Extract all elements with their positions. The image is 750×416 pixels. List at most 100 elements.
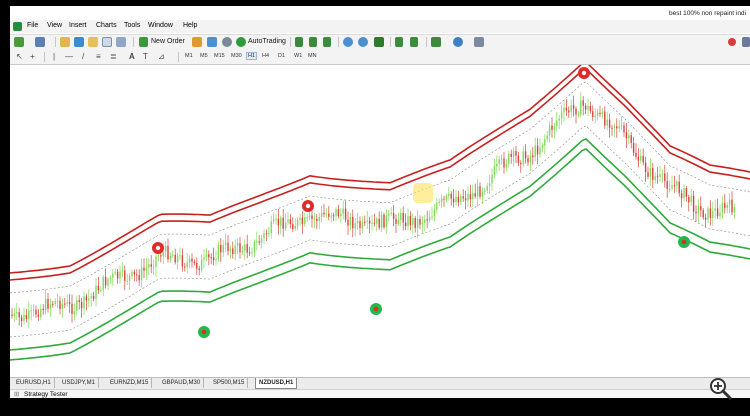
vps-icon[interactable] xyxy=(222,37,232,47)
auto-scroll-icon[interactable] xyxy=(395,37,403,47)
chart-shift-icon[interactable] xyxy=(410,37,418,47)
community-icon[interactable] xyxy=(742,37,750,47)
candle-body xyxy=(373,222,376,224)
candle-body xyxy=(64,303,66,305)
tab-gbpaud-m30[interactable]: GBPAUD,M30 xyxy=(159,378,205,388)
candle-body xyxy=(668,188,671,190)
candlestick-icon[interactable] xyxy=(309,37,317,47)
candle-body xyxy=(359,221,361,229)
fibonacci-icon[interactable]: ≣ xyxy=(110,52,117,61)
candle-body xyxy=(107,279,109,286)
candle-body xyxy=(52,303,54,305)
text-icon[interactable]: A xyxy=(129,52,135,61)
tab-nzdusd-h1[interactable]: NZDUSD,H1 xyxy=(255,378,298,389)
periods-icon[interactable] xyxy=(453,37,463,47)
new-chart-icon[interactable] xyxy=(14,37,24,47)
arrows-icon[interactable]: ⊿ xyxy=(158,52,165,61)
new-order-button[interactable]: New Order xyxy=(151,38,185,45)
text-label-icon[interactable]: T xyxy=(143,52,148,61)
timeframe-m1[interactable]: M1 xyxy=(184,53,194,59)
market-watch-icon[interactable] xyxy=(60,37,70,47)
metaeditor-icon[interactable] xyxy=(192,37,202,47)
menu-insert[interactable]: Insert xyxy=(69,22,87,29)
cursor-icon[interactable]: ↖ xyxy=(16,52,23,61)
new-order-icon[interactable] xyxy=(139,37,148,47)
terminal-icon[interactable] xyxy=(102,37,112,47)
candle-body xyxy=(534,145,536,158)
timeframe-m15[interactable]: M15 xyxy=(213,53,226,59)
candle-body xyxy=(114,271,116,274)
candle-body xyxy=(479,186,481,197)
tester-icon: ⊞ xyxy=(14,391,20,398)
trendline-icon[interactable]: / xyxy=(82,52,84,61)
candle-body xyxy=(481,191,484,197)
tab-usdjpy-m1[interactable]: USDJPY,M1 xyxy=(59,378,99,388)
timeframe-d1[interactable]: D1 xyxy=(277,53,286,59)
candle-body xyxy=(601,111,604,115)
tools-toolbar: ↖ + | — / ≡ ≣ A T ⊿ M1 M5 M15 M30 H1 H4 … xyxy=(10,50,750,65)
zoom-out-icon[interactable] xyxy=(358,37,368,47)
profiles-icon[interactable] xyxy=(35,37,45,47)
menu-tools[interactable]: Tools xyxy=(124,22,140,29)
indicators-icon[interactable] xyxy=(431,37,441,47)
horizontal-line-icon[interactable]: — xyxy=(65,52,73,61)
window-caption: best 100% non repaint indi xyxy=(669,10,746,17)
candle-body xyxy=(368,220,371,224)
tile-windows-icon[interactable] xyxy=(374,37,384,47)
tab-sp500-m15[interactable]: SP500,M15 xyxy=(210,378,249,388)
channel-icon[interactable]: ≡ xyxy=(96,52,101,61)
timeframe-h1[interactable]: H1 xyxy=(246,52,258,60)
vertical-line-icon[interactable]: | xyxy=(53,52,55,61)
strategy-tester-icon[interactable] xyxy=(116,37,126,47)
menu-window[interactable]: Window xyxy=(148,22,173,29)
candle-body xyxy=(186,262,188,267)
candle-body xyxy=(378,218,380,228)
candle-body xyxy=(654,176,656,180)
autotrading-button[interactable]: AutoTrading xyxy=(248,38,286,45)
autotrading-icon[interactable] xyxy=(236,37,246,47)
timeframe-mn[interactable]: MN xyxy=(307,53,318,59)
candle-body xyxy=(690,195,692,203)
timeframe-m5[interactable]: M5 xyxy=(199,53,209,59)
search-icon[interactable] xyxy=(728,38,736,46)
candle-body xyxy=(56,300,59,302)
templates-icon[interactable] xyxy=(474,37,484,47)
signals-icon[interactable] xyxy=(207,37,217,47)
menu-charts[interactable]: Charts xyxy=(96,22,117,29)
candle-body xyxy=(198,268,200,271)
candle-body xyxy=(596,112,599,116)
magnifier-plus-icon[interactable] xyxy=(708,376,732,400)
crosshair-icon[interactable]: + xyxy=(30,52,35,61)
menu-help[interactable]: Help xyxy=(183,22,197,29)
sell-signal-dot xyxy=(155,245,161,251)
navigator-icon[interactable] xyxy=(88,37,98,47)
price-chart[interactable] xyxy=(10,65,750,377)
tab-eurnzd-m15[interactable]: EURNZD,M15 xyxy=(107,378,153,388)
candle-body xyxy=(239,243,241,253)
candle-body xyxy=(556,120,558,127)
candle-body xyxy=(469,194,472,200)
candle-body xyxy=(587,105,589,110)
candle-body xyxy=(248,252,251,254)
menu-view[interactable]: View xyxy=(47,22,62,29)
candle-body xyxy=(659,174,661,177)
candle-body xyxy=(584,105,587,110)
timeframe-h4[interactable]: H4 xyxy=(261,53,270,59)
candle-body xyxy=(292,224,294,230)
tab-eurusd-h1[interactable]: EURUSD,H1 xyxy=(13,378,55,388)
data-window-icon[interactable] xyxy=(74,37,84,47)
candle-body xyxy=(16,312,18,314)
candle-body xyxy=(217,244,220,259)
timeframe-m30[interactable]: M30 xyxy=(230,53,243,59)
menu-file[interactable]: File xyxy=(27,22,38,29)
candle-body xyxy=(325,213,328,215)
candle-body xyxy=(628,135,630,139)
candle-body xyxy=(157,255,160,257)
strategy-tester-label[interactable]: Strategy Tester xyxy=(24,390,68,398)
bar-chart-icon[interactable] xyxy=(295,37,303,47)
zoom-in-icon[interactable] xyxy=(343,37,353,47)
candle-body xyxy=(236,243,239,246)
line-chart-icon[interactable] xyxy=(323,37,331,47)
timeframe-w1[interactable]: W1 xyxy=(293,53,303,59)
candle-body xyxy=(263,233,265,239)
